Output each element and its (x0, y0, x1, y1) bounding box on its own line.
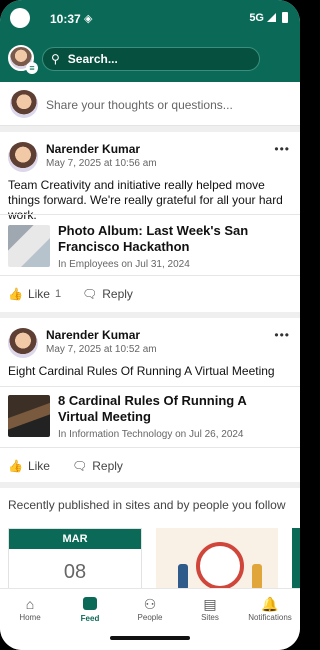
like-label: Like (27, 287, 50, 301)
search-icon: ⚲ (51, 52, 60, 66)
person-illustration (252, 564, 262, 588)
nav-label: Home (19, 613, 41, 622)
nav-label: Feed (80, 614, 100, 623)
reply-button[interactable]: 🗨 Reply (82, 287, 133, 301)
link-preview[interactable]: 8 Cardinal Rules Of Running A Virtual Me… (0, 386, 300, 448)
reply-label: Reply (102, 287, 133, 301)
post-composer[interactable]: Share your thoughts or questions... (0, 82, 300, 126)
nav-label: People (137, 613, 163, 622)
search-input[interactable]: ⚲ Search... (42, 47, 260, 71)
section-title: Recently published in sites and by peopl… (8, 498, 286, 512)
thumbs-up-filled-icon: 👍 (8, 287, 23, 301)
post-author[interactable]: Narender Kumar (46, 142, 140, 156)
post-text: Eight Cardinal Rules Of Running A Virtua… (8, 364, 275, 378)
feed-post: Narender Kumar May 7, 2025 at 10:56 am •… (0, 132, 300, 312)
event-month: MAR (9, 529, 141, 549)
like-button[interactable]: 👍 Like (8, 459, 50, 473)
like-button[interactable]: 👍 Like 1 (8, 287, 61, 301)
link-meta: In Employees on Jul 31, 2024 (58, 259, 190, 270)
bottom-nav: ⌂ Home Feed ⚇ People ▤ Sites 🔔 Notificat… (0, 588, 300, 628)
like-label: Like (27, 459, 50, 473)
clock-illustration (196, 542, 244, 588)
composer-placeholder: Share your thoughts or questions... (46, 98, 233, 112)
recent-section: Recently published in sites and by peopl… (0, 488, 300, 588)
event-card[interactable]: MAR 08 (8, 528, 142, 588)
nav-home[interactable]: ⌂ Home (0, 595, 60, 622)
post-time: May 7, 2025 at 10:52 am (46, 344, 157, 355)
news-card[interactable] (156, 528, 278, 588)
post-actions: 👍 Like 1 🗨 Reply (0, 280, 300, 310)
link-thumbnail (8, 395, 50, 437)
comment-icon: 🗨 (72, 459, 88, 473)
reply-button[interactable]: 🗨 Reply (72, 459, 123, 473)
home-icon: ⌂ (25, 596, 35, 612)
more-options-icon[interactable]: ••• (274, 328, 290, 342)
nav-sites[interactable]: ▤ Sites (180, 595, 240, 622)
comment-icon: 🗨 (82, 287, 98, 301)
person-illustration (178, 564, 188, 588)
post-actions: 👍 Like 🗨 Reply (0, 452, 300, 482)
link-meta: In Information Technology on Jul 26, 202… (58, 429, 244, 440)
nav-notifications[interactable]: 🔔 Notifications (240, 595, 300, 622)
reply-label: Reply (92, 459, 123, 473)
avatar[interactable] (8, 142, 38, 172)
bell-icon: 🔔 (261, 596, 279, 612)
vpn-icon: ◈ (84, 13, 93, 25)
event-day: 08 (63, 561, 87, 583)
post-author[interactable]: Narender Kumar (46, 328, 140, 342)
nav-feed[interactable]: Feed (60, 595, 120, 623)
like-count: 1 (54, 288, 62, 300)
app-screen: 10:37 ◈ 5G ≡ ⚲ Search... Share your thou… (0, 0, 300, 650)
people-icon: ⚇ (143, 596, 157, 612)
search-placeholder: Search... (67, 52, 118, 66)
link-title: Photo Album: Last Week's San Francisco H… (58, 223, 249, 254)
camera-cutout (10, 8, 30, 28)
feed-icon (60, 595, 120, 614)
nav-label: Notifications (248, 613, 292, 622)
status-bar: 10:37 ◈ 5G (0, 8, 300, 30)
status-time: 10:37 (50, 12, 81, 26)
nav-people[interactable]: ⚇ People (120, 595, 180, 622)
link-thumbnail (8, 225, 50, 267)
battery-icon (282, 12, 288, 23)
more-options-icon[interactable]: ••• (274, 142, 290, 156)
profile-menu-button[interactable]: ≡ (8, 45, 38, 74)
nav-label: Sites (201, 613, 219, 622)
gesture-area (0, 628, 300, 650)
home-indicator[interactable] (110, 636, 190, 640)
app-header: 10:37 ◈ 5G ≡ ⚲ Search... (0, 0, 300, 82)
feed-post: Narender Kumar May 7, 2025 at 10:52 am •… (0, 318, 300, 488)
network-label: 5G (249, 12, 264, 24)
thumbs-up-icon: 👍 (8, 459, 23, 473)
link-preview[interactable]: Photo Album: Last Week's San Francisco H… (0, 214, 300, 276)
menu-icon: ≡ (26, 62, 38, 74)
signal-icon (267, 13, 276, 22)
avatar[interactable] (8, 328, 38, 358)
sites-icon: ▤ (203, 596, 217, 612)
avatar (10, 90, 38, 118)
link-title: 8 Cardinal Rules Of Running A Virtual Me… (58, 393, 247, 424)
news-card-partial[interactable] (292, 528, 300, 588)
post-time: May 7, 2025 at 10:56 am (46, 158, 157, 169)
